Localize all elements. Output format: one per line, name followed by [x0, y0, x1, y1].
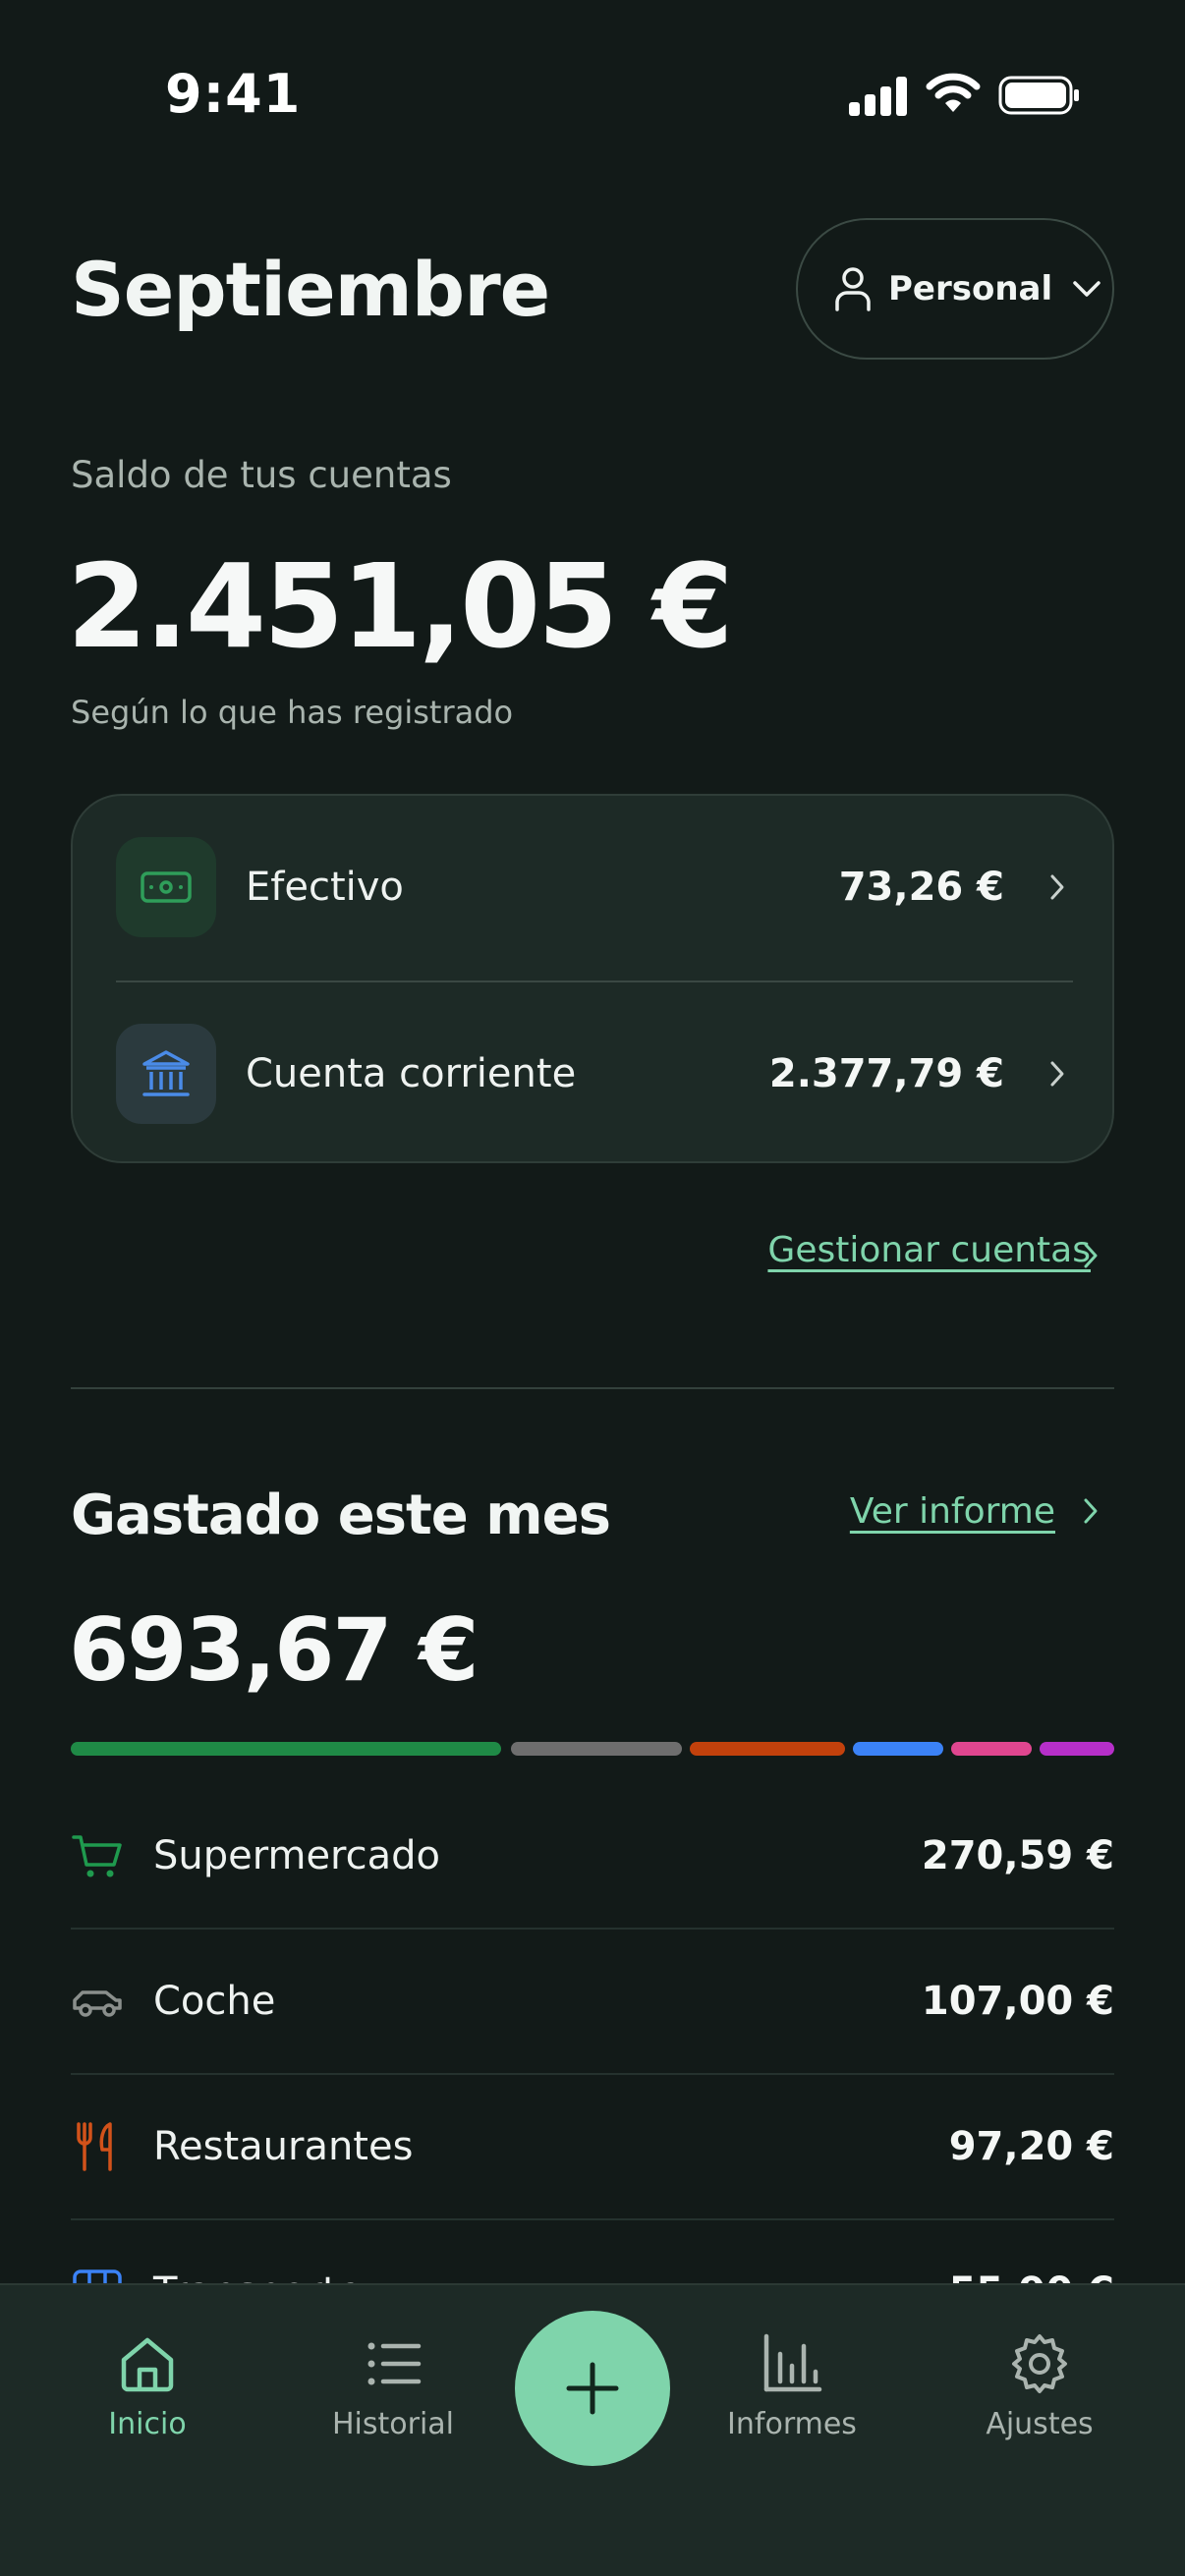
add-transaction-button[interactable] — [515, 2311, 670, 2466]
profile-label: Personal — [888, 269, 1053, 308]
chevron-right-icon[interactable] — [1083, 1242, 1099, 1269]
page-title: Septiembre — [71, 246, 550, 333]
bank-icon — [116, 1024, 216, 1124]
nav-label: Ajustes — [986, 2407, 1094, 2441]
cellular-signal-icon — [849, 77, 908, 116]
list-icon — [367, 2342, 422, 2385]
category-name: Supermercado — [153, 1833, 440, 1878]
chevron-down-icon — [1073, 281, 1100, 297]
category-row-restaurantes[interactable]: Restaurantes 97,20 € — [71, 2077, 1114, 2220]
nav-label: Inicio — [108, 2407, 187, 2441]
cart-icon — [72, 1835, 122, 1877]
category-value: 107,00 € — [921, 1979, 1114, 2024]
nav-item-ajustes[interactable]: Ajustes — [931, 2285, 1148, 2482]
breakdown-segment — [951, 1742, 1032, 1756]
bar-chart-icon — [763, 2333, 822, 2392]
balance-note: Según lo que has registrado — [71, 694, 514, 731]
balance-caption: Saldo de tus cuentas — [71, 454, 452, 496]
wifi-icon — [926, 73, 981, 112]
chevron-right-icon — [1050, 1061, 1064, 1087]
cash-icon — [116, 837, 216, 937]
account-row-cuenta-corriente[interactable]: Cuenta corriente 2.377,79 € — [73, 982, 1116, 1165]
section-divider — [71, 1387, 1114, 1389]
category-row-supermercado[interactable]: Supermercado 270,59 € — [71, 1786, 1114, 1930]
category-value: 97,20 € — [948, 2124, 1114, 2169]
nav-label: Historial — [331, 2407, 455, 2441]
breakdown-segment — [853, 1742, 943, 1756]
car-icon — [73, 1990, 122, 2017]
breakdown-segment — [690, 1742, 845, 1756]
view-report-link[interactable]: Ver informe — [850, 1491, 1055, 1532]
person-icon — [835, 267, 871, 311]
gear-icon — [1012, 2334, 1067, 2393]
nav-item-informes[interactable]: Informes — [684, 2285, 900, 2482]
accounts-card: Efectivo 73,26 € Cuenta corriente 2.377,… — [71, 794, 1114, 1163]
account-name: Cuenta corriente — [246, 1051, 577, 1096]
manage-accounts-link[interactable]: Gestionar cuentas — [767, 1230, 1091, 1270]
breakdown-segment — [1040, 1742, 1114, 1756]
account-name: Efectivo — [246, 865, 404, 910]
spending-breakdown-bar — [71, 1742, 1114, 1756]
status-bar: 9:41 — [0, 0, 1185, 147]
fork-knife-icon — [77, 2122, 112, 2171]
account-value: 73,26 € — [838, 865, 1004, 910]
chevron-right-icon[interactable] — [1083, 1497, 1099, 1525]
breakdown-segment — [71, 1742, 501, 1756]
breakdown-segment — [511, 1742, 682, 1756]
profile-selector[interactable]: Personal — [796, 218, 1114, 360]
home-screen: 9:41 Septiembre Personal Saldo de tus cu… — [0, 0, 1185, 2576]
nav-item-historial[interactable]: Historial — [285, 2285, 501, 2482]
battery-icon — [998, 76, 1079, 115]
nav-item-inicio[interactable]: Inicio — [39, 2285, 255, 2482]
plus-icon — [566, 2362, 619, 2415]
account-row-efectivo[interactable]: Efectivo 73,26 € — [73, 796, 1116, 979]
chevron-right-icon — [1050, 874, 1064, 900]
balance-amount: 2.451,05 € — [67, 538, 733, 674]
status-time: 9:41 — [165, 63, 302, 125]
nav-label: Informes — [727, 2407, 857, 2441]
category-name: Coche — [153, 1979, 276, 2024]
category-row-coche[interactable]: Coche 107,00 € — [71, 1932, 1114, 2075]
category-value: 270,59 € — [921, 1833, 1114, 1878]
spent-title: Gastado este mes — [71, 1484, 611, 1547]
home-icon — [121, 2337, 174, 2392]
account-value: 2.377,79 € — [768, 1051, 1004, 1096]
category-name: Restaurantes — [153, 2124, 414, 2169]
spent-amount: 693,67 € — [69, 1599, 479, 1701]
